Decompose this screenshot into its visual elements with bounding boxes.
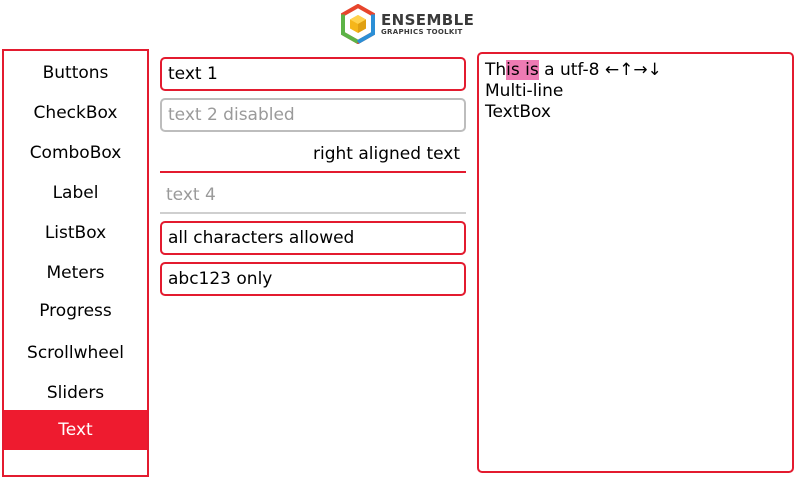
- textbox-line-1: This is a utf-8 ←↑→↓: [485, 60, 786, 81]
- sidebar-item-buttons[interactable]: Buttons: [4, 53, 147, 93]
- text1-input[interactable]: text 1: [160, 57, 466, 91]
- textbox-line-3: TextBox: [485, 102, 551, 122]
- line1-suffix: a utf-8 ←↑→↓: [538, 60, 662, 80]
- sidebar-item-checkbox[interactable]: CheckBox: [4, 93, 147, 133]
- line1-prefix: Th: [485, 60, 507, 80]
- sidebar-item-meters[interactable]: Meters: [4, 253, 147, 293]
- multiline-textbox[interactable]: This is a utf-8 ←↑→↓ Multi-line TextBox: [477, 52, 794, 473]
- text-selection: is is: [506, 60, 539, 80]
- sidebar-item-text[interactable]: Text: [4, 410, 147, 450]
- sidebar-item-scrollwheel[interactable]: Scrollwheel: [4, 333, 147, 373]
- textbox-line-2: Multi-line: [485, 81, 564, 101]
- text2-disabled-input: text 2 disabled: [160, 98, 466, 132]
- logo-title: ENSEMBLE: [381, 11, 475, 29]
- sidebar-item-combobox[interactable]: ComboBox: [4, 133, 147, 173]
- text4-input[interactable]: text 4: [160, 180, 466, 214]
- hexagon-cube-icon: [341, 4, 375, 44]
- all-characters-input[interactable]: all characters allowed: [160, 221, 466, 255]
- right-aligned-input[interactable]: right aligned text: [160, 139, 466, 173]
- sidebar: Buttons CheckBox ComboBox Label ListBox …: [2, 49, 149, 477]
- sidebar-item-listbox[interactable]: ListBox: [4, 213, 147, 253]
- logo-subtitle: GRAPHICS TOOLKIT: [381, 28, 463, 36]
- ensemble-logo: ENSEMBLE GRAPHICS TOOLKIT: [340, 4, 474, 44]
- sidebar-item-label[interactable]: Label: [4, 173, 147, 213]
- sidebar-item-sliders[interactable]: Sliders: [4, 373, 147, 413]
- abc123-input[interactable]: abc123 only: [160, 262, 466, 296]
- sidebar-item-progress[interactable]: Progress: [4, 291, 147, 331]
